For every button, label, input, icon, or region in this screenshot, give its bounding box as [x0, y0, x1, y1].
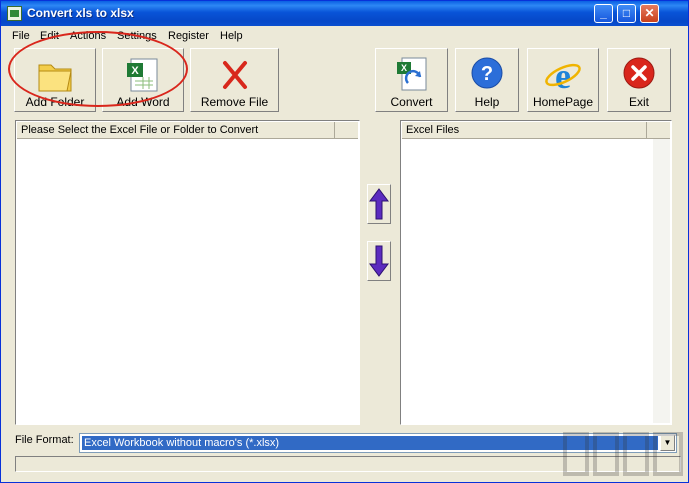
- menu-file[interactable]: File: [12, 30, 30, 42]
- exit-button[interactable]: Exit: [607, 48, 671, 112]
- close-icon: ✕: [644, 6, 655, 20]
- convert-button[interactable]: X Convert: [375, 48, 448, 112]
- help-button[interactable]: ? Help: [455, 48, 519, 112]
- remove-file-button[interactable]: Remove File: [190, 48, 279, 112]
- app-icon: [7, 6, 22, 21]
- svg-text:X: X: [400, 63, 406, 73]
- minimize-button[interactable]: _: [594, 4, 613, 23]
- exit-label: Exit: [628, 95, 649, 109]
- target-extra-column[interactable]: [647, 122, 670, 139]
- highlight-ellipse: [8, 31, 188, 107]
- target-list-scrollbar[interactable]: [653, 139, 670, 423]
- target-list-header: Excel Files: [402, 122, 670, 139]
- app-window: Convert xls to xlsx _ □ ✕ File Edit Acti…: [0, 0, 689, 483]
- exit-icon: [623, 57, 655, 89]
- window-title: Convert xls to xlsx: [27, 6, 134, 20]
- help-icon: ?: [471, 57, 503, 89]
- homepage-label: HomePage: [532, 95, 594, 109]
- source-extra-column[interactable]: [335, 122, 358, 139]
- source-list-header: Please Select the Excel File or Folder t…: [17, 122, 358, 139]
- close-button[interactable]: ✕: [640, 4, 659, 23]
- svg-text:e: e: [555, 56, 571, 95]
- minimize-icon: _: [600, 6, 607, 20]
- move-down-icon: [369, 245, 389, 277]
- red-x-icon: [222, 61, 247, 89]
- move-down-button[interactable]: [367, 241, 391, 281]
- maximize-button[interactable]: □: [617, 4, 636, 23]
- convert-icon: X: [396, 57, 426, 91]
- menu-help[interactable]: Help: [220, 30, 243, 42]
- homepage-button[interactable]: e HomePage: [527, 48, 599, 112]
- title-bar[interactable]: Convert xls to xlsx _ □ ✕: [1, 1, 688, 26]
- source-column-header[interactable]: Please Select the Excel File or Folder t…: [17, 122, 335, 139]
- move-up-button[interactable]: [367, 184, 391, 224]
- help-label: Help: [474, 95, 500, 109]
- maximize-icon: □: [622, 6, 631, 20]
- menu-register[interactable]: Register: [168, 30, 209, 42]
- target-column-header[interactable]: Excel Files: [402, 122, 647, 139]
- svg-text:?: ?: [481, 63, 493, 85]
- move-up-icon: [369, 188, 389, 220]
- target-file-list[interactable]: Excel Files: [400, 120, 672, 425]
- remove-file-label: Remove File: [200, 95, 269, 109]
- internet-explorer-icon: e: [545, 56, 581, 95]
- source-file-list[interactable]: Please Select the Excel File or Folder t…: [15, 120, 360, 425]
- file-format-label: File Format:: [15, 434, 74, 446]
- convert-label: Convert: [390, 95, 433, 109]
- watermark-logo: [563, 432, 683, 476]
